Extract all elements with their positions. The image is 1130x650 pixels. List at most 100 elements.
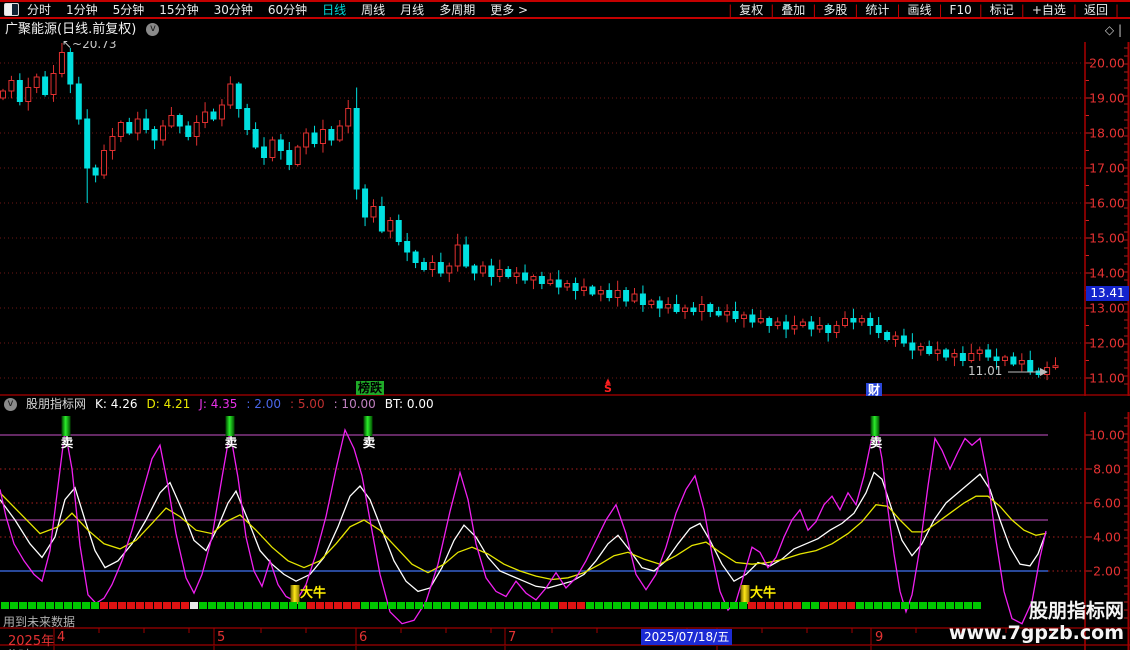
future-data-warning: 用到未来数据 (3, 613, 75, 630)
signal-bars: 卖 卖 卖 卖大牛 大牛 (61, 416, 883, 604)
chart-canvas: 20.00 19.00 18.00 17.00 16.00 15.00 14.00 13.00… (0, 0, 1130, 650)
event-marker-box: 榜跌 (356, 381, 384, 395)
chevron-down-icon[interactable]: v (4, 398, 17, 411)
svg-text:9: 9 (875, 630, 883, 645)
watermark-url: www.7gpzb.com (949, 622, 1124, 644)
corner-icons[interactable]: ◇ | (1105, 19, 1122, 41)
indicator-value: : 2.00 (246, 396, 281, 412)
indicator-header: v 股朋指标网 K: 4.26 D: 4.21 J: 4.35 : 2.00 : 5.00… (0, 396, 1130, 412)
tool-button-F10[interactable]: F10 (950, 3, 972, 17)
indicator-value: K: 4.26 (95, 396, 137, 412)
stock-title[interactable]: 广聚能源(日线.前复权) (5, 22, 136, 37)
period-tab-日线[interactable]: 日线 (322, 1, 346, 18)
bull-bar (741, 585, 750, 604)
layout-icon[interactable] (4, 3, 19, 16)
svg-text:17.00: 17.00 (1089, 161, 1125, 176)
divider: | (1115, 3, 1119, 17)
current-price-box: 13.41 (1086, 286, 1129, 301)
tool-buttons: |复权|叠加|多股|统计|画线|F10|标记|+自选|返回| (721, 1, 1126, 18)
period-tab-60分钟[interactable]: 60分钟 (268, 1, 307, 18)
price-gridlines: 20.00 19.00 18.00 17.00 16.00 15.00 14.00 13.00… (0, 48, 1128, 386)
indicator-value: : 5.00 (290, 396, 325, 412)
svg-text:4.00: 4.00 (1093, 530, 1121, 545)
svg-text:19.00: 19.00 (1089, 91, 1125, 106)
line-J (0, 427, 1046, 623)
svg-text:卖: 卖 (363, 435, 376, 450)
tool-button-返回[interactable]: 返回 (1084, 1, 1108, 18)
indicator-gridlines: 10.008.006.004.002.00 (0, 418, 1128, 618)
indicator-value: BT: 0.00 (385, 396, 434, 412)
svg-text:13.00: 13.00 (1089, 301, 1125, 316)
indicator-value: J: 4.35 (199, 396, 237, 412)
tool-button-统计[interactable]: 统计 (865, 1, 889, 18)
sell-bar (62, 416, 71, 436)
site-watermark: 股朋指标网 www.7gpzb.com (949, 600, 1124, 644)
svg-text:14.00: 14.00 (1089, 266, 1125, 281)
tool-button-多股[interactable]: 多股 (823, 1, 847, 18)
line-D (0, 493, 1046, 580)
divider: | (728, 3, 732, 17)
svg-text:4: 4 (57, 630, 65, 645)
s-letter: S (604, 384, 612, 393)
period-tabs: 分时 1分钟 5分钟 15分钟 30分钟 60分钟日线周线月线多周期更多 > (27, 1, 528, 18)
sell-bar (226, 416, 235, 436)
period-tab-30分钟[interactable]: 30分钟 (214, 1, 253, 18)
tool-button-+自选[interactable]: +自选 (1032, 1, 1066, 18)
period-tab-多周期[interactable]: 多周期 (439, 1, 475, 18)
period-tab-5分钟[interactable]: 5分钟 (113, 1, 145, 18)
period-tab-周线[interactable]: 周线 (361, 1, 385, 18)
kdj-lines (0, 427, 1046, 623)
svg-text:12.00: 12.00 (1089, 336, 1125, 351)
svg-text:卖: 卖 (61, 435, 74, 450)
divider: | (1021, 3, 1025, 17)
tool-button-复权[interactable]: 复权 (739, 1, 763, 18)
candlestick-layer (1, 37, 1059, 380)
tool-button-叠加[interactable]: 叠加 (781, 1, 805, 18)
line-K (0, 472, 1046, 591)
svg-text:11.00: 11.00 (1089, 371, 1125, 386)
svg-text:卖: 卖 (225, 435, 238, 450)
divider: | (770, 3, 774, 17)
chevron-down-icon[interactable]: v (146, 23, 159, 36)
svg-text:15.00: 15.00 (1089, 231, 1125, 246)
svg-text:18.00: 18.00 (1089, 126, 1125, 141)
low-price-annotation: 11.01 (968, 364, 1002, 378)
svg-text:7: 7 (508, 630, 516, 645)
year-label: 2025年 (8, 630, 54, 649)
event-marker-box: 财 (866, 383, 882, 397)
tool-button-画线[interactable]: 画线 (907, 1, 931, 18)
period-toolbar: 分时 1分钟 5分钟 15分钟 30分钟 60分钟日线周线月线多周期更多 > | 复权 | 叠加… (0, 0, 1130, 19)
divider: | (939, 3, 943, 17)
svg-text:8.00: 8.00 (1093, 462, 1121, 477)
watermark-name: 股朋指标网 (949, 600, 1124, 622)
divider: | (854, 3, 858, 17)
indicator-value: 股朋指标网 (26, 396, 86, 412)
divider: | (1073, 3, 1077, 17)
period-tab-1分钟[interactable]: 1分钟 (66, 1, 98, 18)
sell-bar (871, 416, 880, 436)
stock-terminal: 20.00 19.00 18.00 17.00 16.00 15.00 14.00 13.00… (0, 0, 1130, 650)
svg-text:大牛: 大牛 (750, 585, 776, 601)
svg-text:5: 5 (217, 630, 225, 645)
sell-point-marker: ▲S (604, 378, 612, 393)
svg-text:10.00: 10.00 (1089, 428, 1125, 443)
title-bar: 广聚能源(日线.前复权) v ◇ | (0, 19, 1130, 41)
svg-text:16.00: 16.00 (1089, 196, 1125, 211)
period-tab-月线[interactable]: 月线 (400, 1, 424, 18)
divider: | (979, 3, 983, 17)
svg-text:6: 6 (359, 630, 367, 645)
bull-bar (291, 585, 300, 604)
trend-squares-row (1, 602, 981, 609)
crosshair-date-box: 2025/07/18/五 (641, 629, 732, 645)
period-tab-15分钟[interactable]: 15分钟 (159, 1, 198, 18)
indicator-value: D: 4.21 (146, 396, 190, 412)
period-tab-分时[interactable]: 分时 (27, 1, 51, 18)
indicator-value: : 10.00 (334, 396, 376, 412)
svg-text:大牛: 大牛 (300, 585, 326, 601)
tool-button-标记[interactable]: 标记 (990, 1, 1014, 18)
svg-text:20.00: 20.00 (1089, 56, 1125, 71)
svg-text:卖: 卖 (870, 435, 883, 450)
divider: | (896, 3, 900, 17)
svg-text:6.00: 6.00 (1093, 496, 1121, 511)
period-tab-更多 >[interactable]: 更多 > (490, 1, 528, 18)
